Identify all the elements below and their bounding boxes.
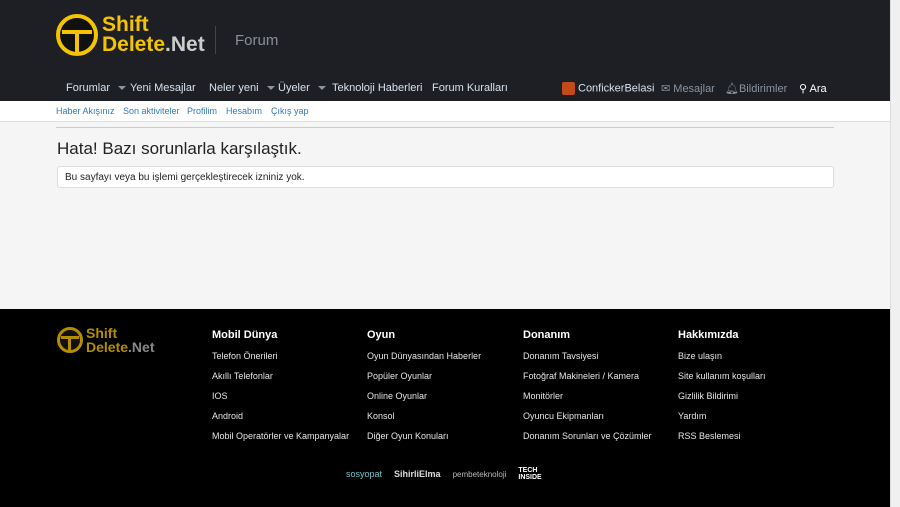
column-title: Hakkımızda xyxy=(678,329,739,341)
header: Shift Delete.Net Forum Forumlar Yeni Mesa… xyxy=(0,0,890,101)
subnav-son-aktiviteler[interactable]: Son aktiviteler xyxy=(123,106,180,116)
footer-link[interactable]: Oyun Dünyasından Haberler xyxy=(367,351,481,371)
footer-column: Mobil Dünya Telefon Önerileri Akıllı Telef… xyxy=(212,329,349,451)
footer-link[interactable]: Akıllı Telefonlar xyxy=(212,371,349,391)
nav-teknoloji-haberleri[interactable]: Teknoloji Haberleri xyxy=(332,82,423,94)
chevron-down-icon[interactable] xyxy=(118,86,127,91)
page-title: Hata! Bazı sorunlarla karşılaştık. xyxy=(57,139,302,158)
logo-icon xyxy=(56,14,98,56)
divider xyxy=(215,26,216,54)
sub-nav: Haber Akışınız Son aktiviteler Profilim … xyxy=(0,101,890,122)
footer-link[interactable]: Donanım Tavsiyesi xyxy=(523,351,652,371)
footer: Shift Delete.Net Mobil Dünya Telefon Öneri… xyxy=(0,309,890,507)
footer-link[interactable]: IOS xyxy=(212,391,349,411)
nav-yeni-mesajlar[interactable]: Yeni Mesajlar xyxy=(130,82,196,94)
footer-link[interactable]: Gizlilik Bildirimi xyxy=(678,391,766,411)
footer-link[interactable]: Donanım Sorunları ve Çözümler xyxy=(523,431,652,451)
logo-text: .Net xyxy=(128,339,155,355)
subnav-hesabim[interactable]: Hesabım xyxy=(226,106,262,116)
footer-link[interactable]: Yardım xyxy=(678,411,766,431)
envelope-icon: ✉ xyxy=(661,83,671,95)
bell-icon: 🔔︎ xyxy=(725,83,739,95)
chevron-down-icon[interactable] xyxy=(317,86,326,91)
subnav-haber-akisi[interactable]: Haber Akışınız xyxy=(56,106,115,116)
nav-forumlar[interactable]: Forumlar xyxy=(66,82,127,94)
column-title: Oyun xyxy=(367,329,396,341)
logo-text: Delete xyxy=(102,33,166,56)
subnav-profilim[interactable]: Profilim xyxy=(187,106,217,116)
partner-techinside[interactable]: TECH INSIDE xyxy=(518,467,542,481)
error-message: Bu sayfayı veya bu işlemi gerçekleştirec… xyxy=(57,166,834,188)
partner-sosyopat[interactable]: sosyopat xyxy=(346,469,382,479)
nav-uyeler[interactable]: Üyeler xyxy=(278,82,326,94)
section-title[interactable]: Forum xyxy=(235,32,278,49)
column-title: Donanım xyxy=(523,329,571,341)
main-nav: Forumlar Yeni Mesajlar Neler yeni Üyeler… xyxy=(56,82,834,98)
footer-link[interactable]: Android xyxy=(212,411,349,431)
logo-text: Shift xyxy=(86,325,118,341)
scrollbar[interactable] xyxy=(890,0,900,507)
nav-forum-kurallari[interactable]: Forum Kuralları xyxy=(432,82,508,94)
logo-text: Shift xyxy=(102,13,149,36)
nav-neler-yeni[interactable]: Neler yeni xyxy=(209,82,275,94)
footer-link[interactable]: Popüler Oyunlar xyxy=(367,371,481,391)
footer-link[interactable]: Site kullanım koşulları xyxy=(678,371,766,391)
footer-link[interactable]: Diğer Oyun Konuları xyxy=(367,431,481,451)
alerts-link[interactable]: 🔔︎Bildirimler xyxy=(725,82,787,95)
footer-logo[interactable]: Shift Delete.Net xyxy=(57,326,154,354)
partner-pembeteknoloji[interactable]: pembeteknoloji xyxy=(453,470,507,479)
footer-link[interactable]: Konsol xyxy=(367,411,481,431)
column-title: Mobil Dünya xyxy=(212,329,278,341)
partner-sihirlielma[interactable]: SihirliElma xyxy=(394,469,441,479)
site-logo[interactable]: Shift Delete.Net xyxy=(56,14,205,56)
chevron-down-icon[interactable] xyxy=(266,86,275,91)
footer-link[interactable]: Monitörler xyxy=(523,391,652,411)
divider xyxy=(56,127,834,128)
messages-link[interactable]: ✉ Mesajlar xyxy=(661,82,715,95)
user-menu[interactable]: ConfickerBelasi xyxy=(562,82,654,95)
footer-column: Oyun Oyun Dünyasından Haberler Popüler Oyu… xyxy=(367,329,481,451)
footer-link[interactable]: Oyuncu Ekipmanları xyxy=(523,411,652,431)
logo-text: Delete xyxy=(86,339,129,355)
logo-icon xyxy=(57,327,83,353)
footer-link[interactable]: Telefon Önerileri xyxy=(212,351,349,371)
partner-logos: sosyopat SihirliElma pembeteknoloji TECH… xyxy=(346,467,542,481)
footer-link[interactable]: Mobil Operatörler ve Kampanyalar xyxy=(212,431,349,451)
search-icon: ⚲ xyxy=(799,83,808,95)
footer-column: Hakkımızda Bize ulaşın Site kullanım koşul… xyxy=(678,329,766,451)
subnav-cikis[interactable]: Çıkış yap xyxy=(271,106,309,116)
footer-link[interactable]: RSS Beslemesi xyxy=(678,431,766,451)
footer-column: Donanım Donanım Tavsiyesi Fotoğraf Makinel… xyxy=(523,329,652,451)
logo-text: .Net xyxy=(165,33,205,56)
footer-link[interactable]: Bize ulaşın xyxy=(678,351,766,371)
footer-link[interactable]: Fotoğraf Makineleri / Kamera xyxy=(523,371,652,391)
footer-link[interactable]: Online Oyunlar xyxy=(367,391,481,411)
avatar xyxy=(562,82,575,95)
search-link[interactable]: ⚲ Ara xyxy=(799,82,827,95)
page: Shift Delete.Net Forum Forumlar Yeni Mesa… xyxy=(0,0,890,507)
